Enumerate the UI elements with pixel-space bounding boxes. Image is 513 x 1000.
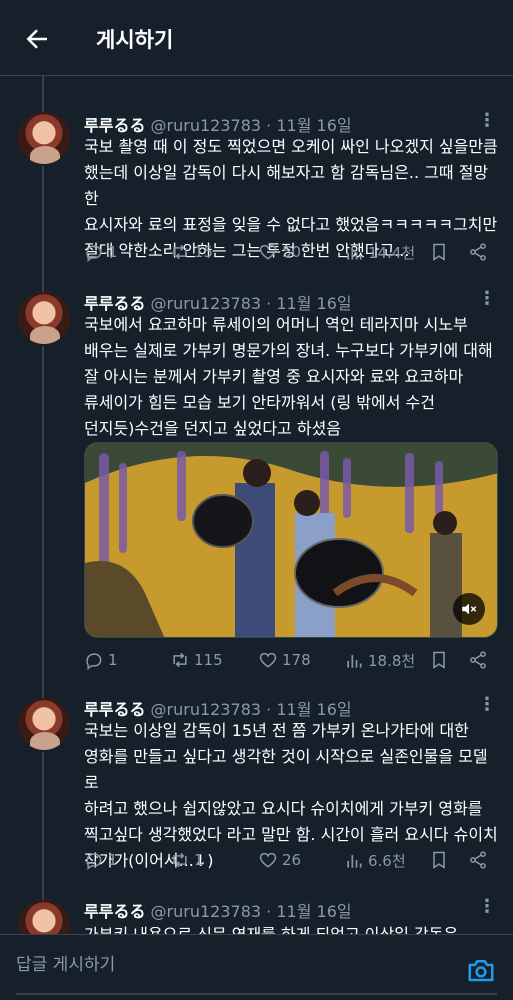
display-name[interactable]: 루루るる [84, 116, 145, 135]
bookmark-button[interactable] [429, 850, 449, 870]
reply-icon [86, 853, 102, 870]
like-count: 50 [282, 243, 302, 261]
top-bar: 게시하기 [0, 0, 513, 76]
bookmark-icon [433, 243, 445, 261]
tweet-video[interactable] [84, 442, 498, 638]
tweet-actions: 1 1 26 6.6천 [84, 850, 494, 874]
display-name[interactable]: 루루るる [84, 700, 145, 719]
bookmark-button[interactable] [429, 242, 449, 262]
heart-icon [259, 852, 277, 868]
retweet-icon [173, 244, 187, 260]
bookmark-icon [433, 851, 445, 869]
retweet-count: 115 [194, 651, 223, 669]
views-icon [347, 246, 362, 260]
display-name[interactable]: 루루るる [84, 294, 145, 313]
tweet-date[interactable]: 11월 16일 [276, 902, 351, 921]
reply-icon [86, 245, 102, 262]
share-icon [470, 243, 486, 261]
share-button[interactable] [468, 242, 488, 262]
back-arrow-icon[interactable] [22, 24, 52, 54]
avatar[interactable] [18, 112, 70, 164]
user-handle[interactable]: @ruru123783 [151, 294, 262, 313]
user-handle[interactable]: @ruru123783 [151, 700, 262, 719]
reply-button[interactable]: 1 [84, 650, 118, 670]
like-button[interactable]: 178 [258, 650, 311, 670]
retweet-count: 15 [194, 243, 214, 261]
retweet-icon [173, 652, 187, 668]
more-options-icon[interactable]: ⋮ [478, 110, 496, 131]
like-count: 26 [282, 851, 302, 869]
camera-icon[interactable] [466, 955, 496, 985]
video-frame [85, 443, 497, 637]
mute-button[interactable] [453, 593, 485, 625]
view-count: 14.4천 [368, 244, 416, 262]
view-count: 6.6천 [368, 852, 406, 870]
user-handle[interactable]: @ruru123783 [151, 116, 262, 135]
more-options-icon[interactable]: ⋮ [478, 896, 496, 917]
bookmark-icon [433, 651, 445, 669]
tweet-actions: 1 115 178 18.8천 [84, 650, 494, 674]
reply-input[interactable] [16, 955, 456, 975]
like-button[interactable]: 26 [258, 850, 301, 870]
thread-connector [42, 346, 44, 698]
tweet-text: 국보에서 요코하마 류세이의 어머니 역인 테라지마 시노부 배우는 실제로 가… [84, 315, 493, 438]
tweet-header: 루루るる @ruru123783 · 11월 16일 [84, 902, 352, 921]
retweet-button[interactable]: 15 [170, 242, 213, 262]
share-button[interactable] [468, 850, 488, 870]
view-count: 18.8천 [368, 652, 416, 670]
volume-muted-icon [462, 603, 477, 615]
tweet-actions: 1 15 50 14.4천 [84, 242, 494, 266]
share-icon [470, 651, 486, 669]
views-icon [347, 854, 362, 868]
more-options-icon[interactable]: ⋮ [478, 694, 496, 715]
tweet-date[interactable]: 11월 16일 [276, 116, 351, 135]
reply-icon [86, 653, 102, 670]
like-count: 178 [282, 651, 311, 669]
retweet-icon [173, 852, 187, 868]
thread-connector [42, 76, 44, 112]
heart-icon [259, 244, 277, 260]
tweet-date[interactable]: 11월 16일 [276, 294, 351, 313]
avatar[interactable] [18, 292, 70, 344]
share-icon [470, 851, 486, 869]
views-button[interactable]: 14.4천 [344, 242, 415, 263]
tweet-header: 루루るる @ruru123783 · 11월 16일 [84, 700, 352, 719]
bookmark-button[interactable] [429, 650, 449, 670]
reply-count: 1 [108, 651, 118, 669]
reply-count: 1 [108, 851, 118, 869]
reply-composer [0, 934, 513, 1000]
reply-button[interactable]: 1 [84, 242, 118, 262]
retweet-button[interactable]: 115 [170, 650, 223, 670]
display-name[interactable]: 루루るる [84, 902, 145, 921]
avatar[interactable] [18, 698, 70, 750]
reply-count: 1 [108, 243, 118, 261]
thread-connector [42, 752, 44, 902]
tweet-date[interactable]: 11월 16일 [276, 700, 351, 719]
views-icon [347, 654, 362, 668]
page-title: 게시하기 [96, 28, 174, 52]
views-button[interactable]: 18.8천 [344, 650, 415, 671]
retweet-button[interactable]: 1 [170, 850, 204, 870]
reply-button[interactable]: 1 [84, 850, 118, 870]
like-button[interactable]: 50 [258, 242, 301, 262]
input-underline [16, 993, 497, 995]
tweet-header: 루루るる @ruru123783 · 11월 16일 [84, 294, 352, 313]
retweet-count: 1 [194, 851, 204, 869]
share-button[interactable] [468, 650, 488, 670]
user-handle[interactable]: @ruru123783 [151, 902, 262, 921]
tweet-header: 루루るる @ruru123783 · 11월 16일 [84, 116, 352, 135]
views-button[interactable]: 6.6천 [344, 850, 406, 871]
more-options-icon[interactable]: ⋮ [478, 288, 496, 309]
thread-connector [42, 166, 44, 292]
heart-icon [259, 652, 277, 668]
